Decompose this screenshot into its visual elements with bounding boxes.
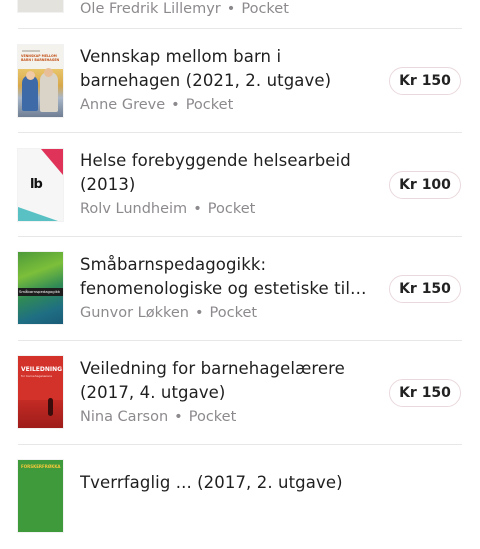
author-name: Anne Greve [80,97,166,113]
price-button[interactable]: Kr 100 [389,171,461,199]
book-title-line: (2013) [80,175,136,194]
list-item[interactable]: Småbarnspedagogikk Småbarnspedagogikk: f… [0,237,480,341]
list-item[interactable]: Ole Fredrik Lillemyr • Pocket [0,0,480,28]
book-cover: Småbarnspedagogikk [18,252,63,324]
book-format: Pocket [185,97,234,113]
separator-dot: • [193,201,202,217]
cover-title: VEILEDNING [21,366,63,373]
book-meta: Rolv Lundheim • Pocket [80,201,255,217]
book-title: Vennskap mellom barn i barnehagen (2021,… [80,45,375,93]
separator-dot: • [226,1,236,17]
author-name: Nina Carson [80,409,169,425]
book-title-line: Helse forebyggende helsearbeid [80,151,351,170]
author-name: Gunvor Løkken [80,305,189,321]
book-cover [18,0,63,12]
book-title: Småbarnspedagogikk: fenomenologiske og e… [80,253,375,301]
separator-dot: • [174,409,183,425]
cover-title: FORSKERFRØKKA [21,464,61,469]
book-format: Pocket [207,201,256,217]
author-name: Ole Fredrik Lillemyr [80,1,221,17]
book-cover: VENNSKAP MELLOM BARN I BARNEHAGEN [18,45,63,117]
cover-title: VENNSKAP MELLOM BARN I BARNEHAGEN [21,54,60,62]
book-title-line: Småbarnspedagogikk: [80,255,267,274]
book-meta: Anne Greve • Pocket [80,97,233,113]
book-title-line: barnehagen (2021, 2. utgave) [80,71,332,90]
book-title: Tverrfaglig ... (2017, 2. utgave) [80,473,343,492]
cover-subtitle: for barnehagelærere [21,374,53,378]
book-title: Helse forebyggende helsearbeid (2013) [80,149,375,197]
book-title: Veiledning for barnehagelærere (2017, 4.… [80,357,375,405]
book-cover: VEILEDNING for barnehagelærere [18,356,63,428]
book-title-line: Veiledning for barnehagelærere [80,359,345,378]
publisher-logo: lb [30,177,43,192]
separator-dot: • [171,97,180,113]
separator-dot: • [194,305,204,321]
book-format: Pocket [241,1,289,17]
book-format: Pocket [209,305,258,321]
list-item[interactable]: lb Helse forebyggende helsearbeid (2013)… [0,133,480,237]
list-item[interactable]: VEILEDNING for barnehagelærere Veilednin… [0,341,480,445]
book-title-line: Vennskap mellom barn i [80,47,282,66]
book-meta: Ole Fredrik Lillemyr • Pocket [80,1,289,17]
book-meta: Nina Carson • Pocket [80,409,236,425]
list-item[interactable]: FORSKERFRØKKA Tverrfaglig ... (2017, 2. … [0,445,480,549]
book-title-line: (2017, 4. utgave) [80,383,226,402]
price-button[interactable]: Kr 150 [389,275,461,303]
list-item[interactable]: VENNSKAP MELLOM BARN I BARNEHAGEN Vennsk… [0,29,480,133]
author-name: Rolv Lundheim [80,201,188,217]
book-title-line: fenomenologiske og estetiske til… [80,279,367,298]
cover-title: Småbarnspedagogikk [19,289,61,294]
book-cover: FORSKERFRØKKA [18,460,63,532]
book-cover: lb [18,149,63,221]
book-format: Pocket [188,409,237,425]
price-button[interactable]: Kr 150 [389,67,461,95]
price-button[interactable]: Kr 150 [389,379,461,407]
book-meta: Gunvor Løkken • Pocket [80,305,257,321]
